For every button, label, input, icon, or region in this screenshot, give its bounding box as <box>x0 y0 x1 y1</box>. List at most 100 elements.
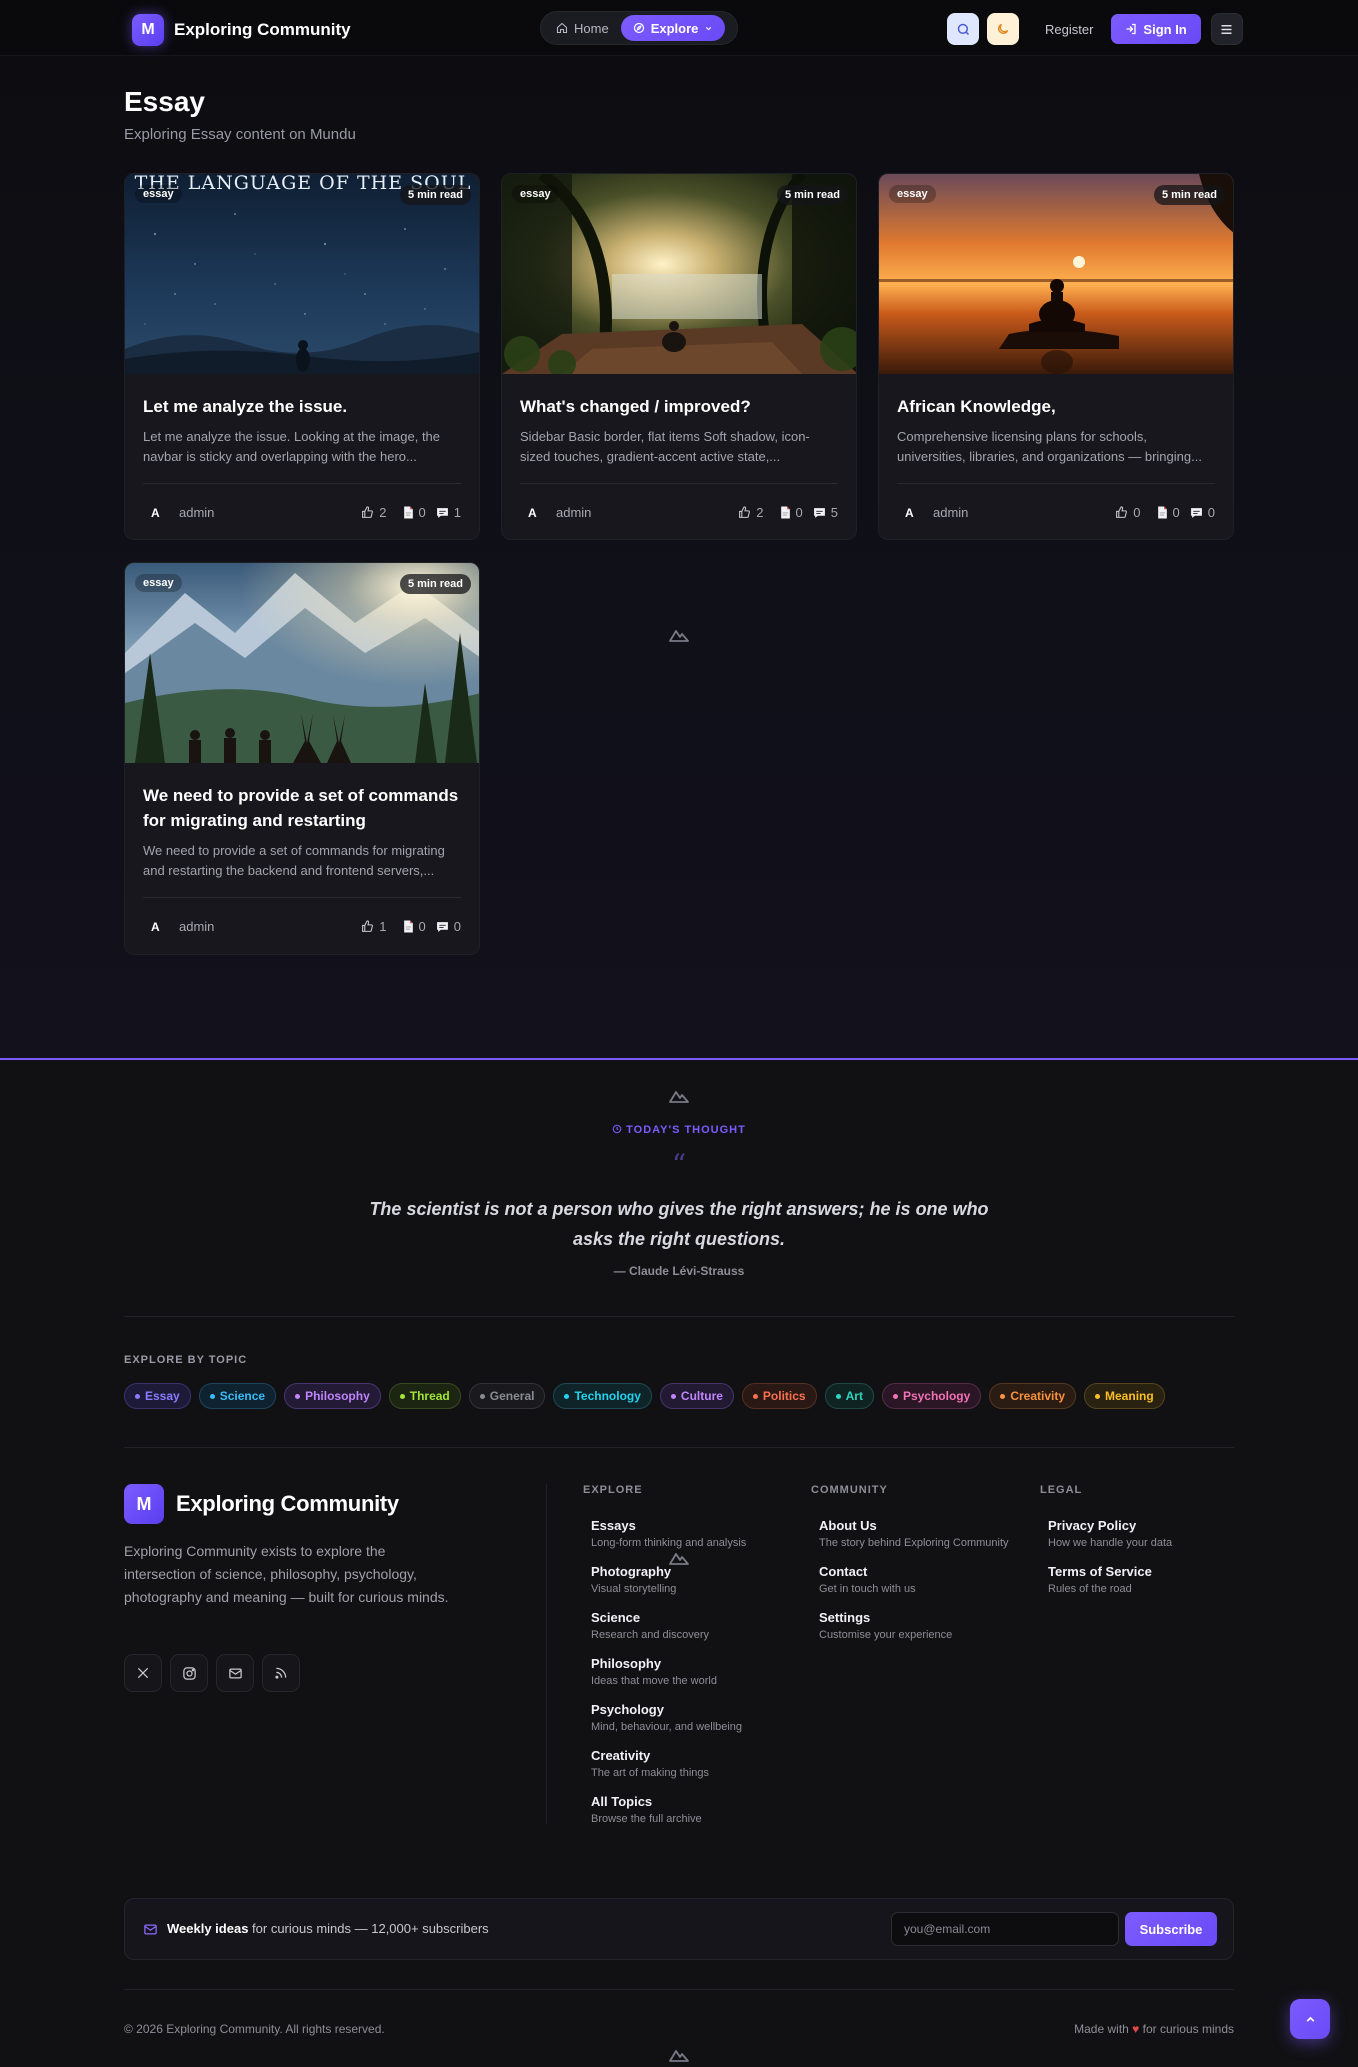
topic-chip[interactable]: Politics <box>741 1383 817 1409</box>
footer-link[interactable]: Settings Customise your experience <box>819 1610 1011 1642</box>
footer-link[interactable]: All Topics Browse the full archive <box>591 1794 783 1826</box>
chevron-down-icon <box>706 26 712 30</box>
comment-icon <box>1190 507 1202 518</box>
subscribe-button[interactable]: Subscribe <box>1125 1912 1217 1946</box>
email-link[interactable] <box>216 1654 254 1692</box>
nav-home-label: Home <box>574 20 609 36</box>
topic-chip[interactable]: Psychology <box>881 1383 982 1409</box>
read-time-badge: 5 min read <box>776 185 848 205</box>
post-card[interactable]: essay 5 min read What's changed / improv… <box>501 173 857 540</box>
comment-count[interactable]: 5 <box>813 505 838 520</box>
sign-in-label: Sign In <box>1143 21 1187 37</box>
post-excerpt: Sidebar Basic border, flat items Soft sh… <box>520 429 810 464</box>
topic-chip[interactable]: Art <box>824 1383 874 1409</box>
post-title[interactable]: African Knowledge, <box>897 394 1215 419</box>
topic-chip[interactable]: Technology <box>553 1383 652 1409</box>
post-excerpt: Comprehensive licensing plans for school… <box>897 429 1202 464</box>
x-twitter-link[interactable] <box>124 1654 162 1692</box>
category-tag[interactable]: essay <box>512 185 559 203</box>
post-card[interactable]: essay 5 min read We need to provide a se… <box>124 562 480 955</box>
topic-chip[interactable]: Meaning <box>1084 1383 1165 1409</box>
post-meta: A admin 0 0 0 <box>897 483 1215 539</box>
topic-chip[interactable]: Creativity <box>989 1383 1077 1409</box>
topic-dot <box>1000 1393 1006 1399</box>
read-time-badge: 5 min read <box>399 574 471 594</box>
post-image: essay 5 min read <box>125 563 479 763</box>
post-card[interactable]: THE LANGUAGE OF THE SOUL essay 5 min rea… <box>124 173 480 540</box>
footer-link[interactable]: Creativity The art of making things <box>591 1748 783 1780</box>
topic-dot <box>209 1393 215 1399</box>
comment-count[interactable]: 0 <box>436 919 461 934</box>
footer-link[interactable]: About Us The story behind Exploring Commu… <box>819 1518 1011 1550</box>
x-twitter-icon <box>137 1667 149 1679</box>
topic-chip[interactable]: Essay <box>124 1383 191 1409</box>
topic-chip[interactable]: Thread <box>388 1383 461 1409</box>
topic-chip[interactable]: Culture <box>659 1383 734 1409</box>
footer-link[interactable]: Photography Visual storytelling <box>591 1564 783 1596</box>
made-with-text: Made with ♥ for curious minds <box>1074 2022 1234 2036</box>
footer-link[interactable]: Privacy Policy How we handle your data <box>1048 1518 1230 1550</box>
topic-chip[interactable]: General <box>468 1383 546 1409</box>
post-title[interactable]: We need to provide a set of commands for… <box>143 783 461 833</box>
topic-chip[interactable]: Science <box>198 1383 277 1409</box>
like-count[interactable]: 2 <box>361 505 387 520</box>
footer-link-title: Philosophy <box>591 1656 662 1671</box>
register-link[interactable]: Register <box>1045 22 1093 37</box>
chevron-up-icon <box>1306 2016 1314 2022</box>
footer-column-community: COMMUNITY About Us The story behind Explor… <box>811 1484 1011 1656</box>
page-subtitle: Exploring Essay content on Mundu <box>124 126 356 143</box>
rss-link[interactable] <box>262 1654 300 1692</box>
category-tag[interactable]: essay <box>135 574 182 592</box>
topic-label: Art <box>845 1389 863 1403</box>
nav-explore-dropdown[interactable]: Explore <box>620 15 726 41</box>
comment-count[interactable]: 1 <box>436 505 461 520</box>
post-meta: A admin 2 0 1 <box>143 483 461 539</box>
topic-label: Meaning <box>1105 1389 1154 1403</box>
footer-link[interactable]: Essays Long-form thinking and analysis <box>591 1518 783 1550</box>
menu-button[interactable] <box>1210 13 1243 45</box>
post-title[interactable]: Let me analyze the issue. <box>143 394 461 419</box>
doc-count: 0 <box>780 505 803 520</box>
sign-in-button[interactable]: Sign In <box>1111 14 1201 44</box>
instagram-link[interactable] <box>170 1654 208 1692</box>
post-excerpt: Let me analyze the issue. Looking at the… <box>143 429 441 464</box>
scroll-to-top-button[interactable] <box>1290 1999 1330 2039</box>
author-name[interactable]: admin <box>556 505 738 520</box>
comment-count[interactable]: 0 <box>1190 505 1215 520</box>
category-tag[interactable]: essay <box>889 185 936 203</box>
topic-chip[interactable]: Philosophy <box>284 1383 381 1409</box>
author-name[interactable]: admin <box>179 505 361 520</box>
like-count[interactable]: 1 <box>361 919 387 934</box>
thumbs-up-icon <box>739 506 751 518</box>
author-name[interactable]: admin <box>179 919 361 934</box>
watermark-icon <box>669 2050 689 2062</box>
doc-count: 0 <box>403 505 426 520</box>
post-card[interactable]: essay 5 min read African Knowledge, Comp… <box>878 173 1234 540</box>
theme-toggle-button[interactable] <box>987 13 1019 45</box>
author-name[interactable]: admin <box>933 505 1115 520</box>
search-button[interactable] <box>947 13 979 45</box>
watermark-icon <box>669 1091 689 1103</box>
like-count[interactable]: 0 <box>1115 505 1141 520</box>
footer-link-title: Privacy Policy <box>1048 1518 1137 1533</box>
category-tag[interactable]: essay <box>135 185 182 203</box>
footer-brand[interactable]: M Exploring Community <box>124 1484 399 1524</box>
footer-link[interactable]: Terms of Service Rules of the road <box>1048 1564 1230 1596</box>
footer-column-heading: EXPLORE <box>583 1484 643 1496</box>
footer-link[interactable]: Contact Get in touch with us <box>819 1564 1011 1596</box>
footer-link[interactable]: Psychology Mind, behaviour, and wellbeing <box>591 1702 783 1734</box>
newsletter-email-input[interactable] <box>891 1912 1119 1946</box>
brand-link[interactable]: M Exploring Community <box>132 14 351 46</box>
moon-icon <box>998 23 1009 34</box>
nav-home-link[interactable]: Home <box>544 15 621 41</box>
post-title[interactable]: What's changed / improved? <box>520 394 838 419</box>
footer-link[interactable]: Philosophy Ideas that move the world <box>591 1656 783 1688</box>
topic-label: Politics <box>762 1389 806 1403</box>
post-meta: A admin 1 0 0 <box>143 897 461 954</box>
footer-link[interactable]: Science Research and discovery <box>591 1610 783 1642</box>
topic-label: Essay <box>145 1389 180 1403</box>
like-count[interactable]: 2 <box>738 505 764 520</box>
document-icon <box>403 920 413 933</box>
topic-list: Essay Science Philosophy Thread General Techn… <box>124 1383 1165 1409</box>
comment-icon <box>436 507 448 518</box>
